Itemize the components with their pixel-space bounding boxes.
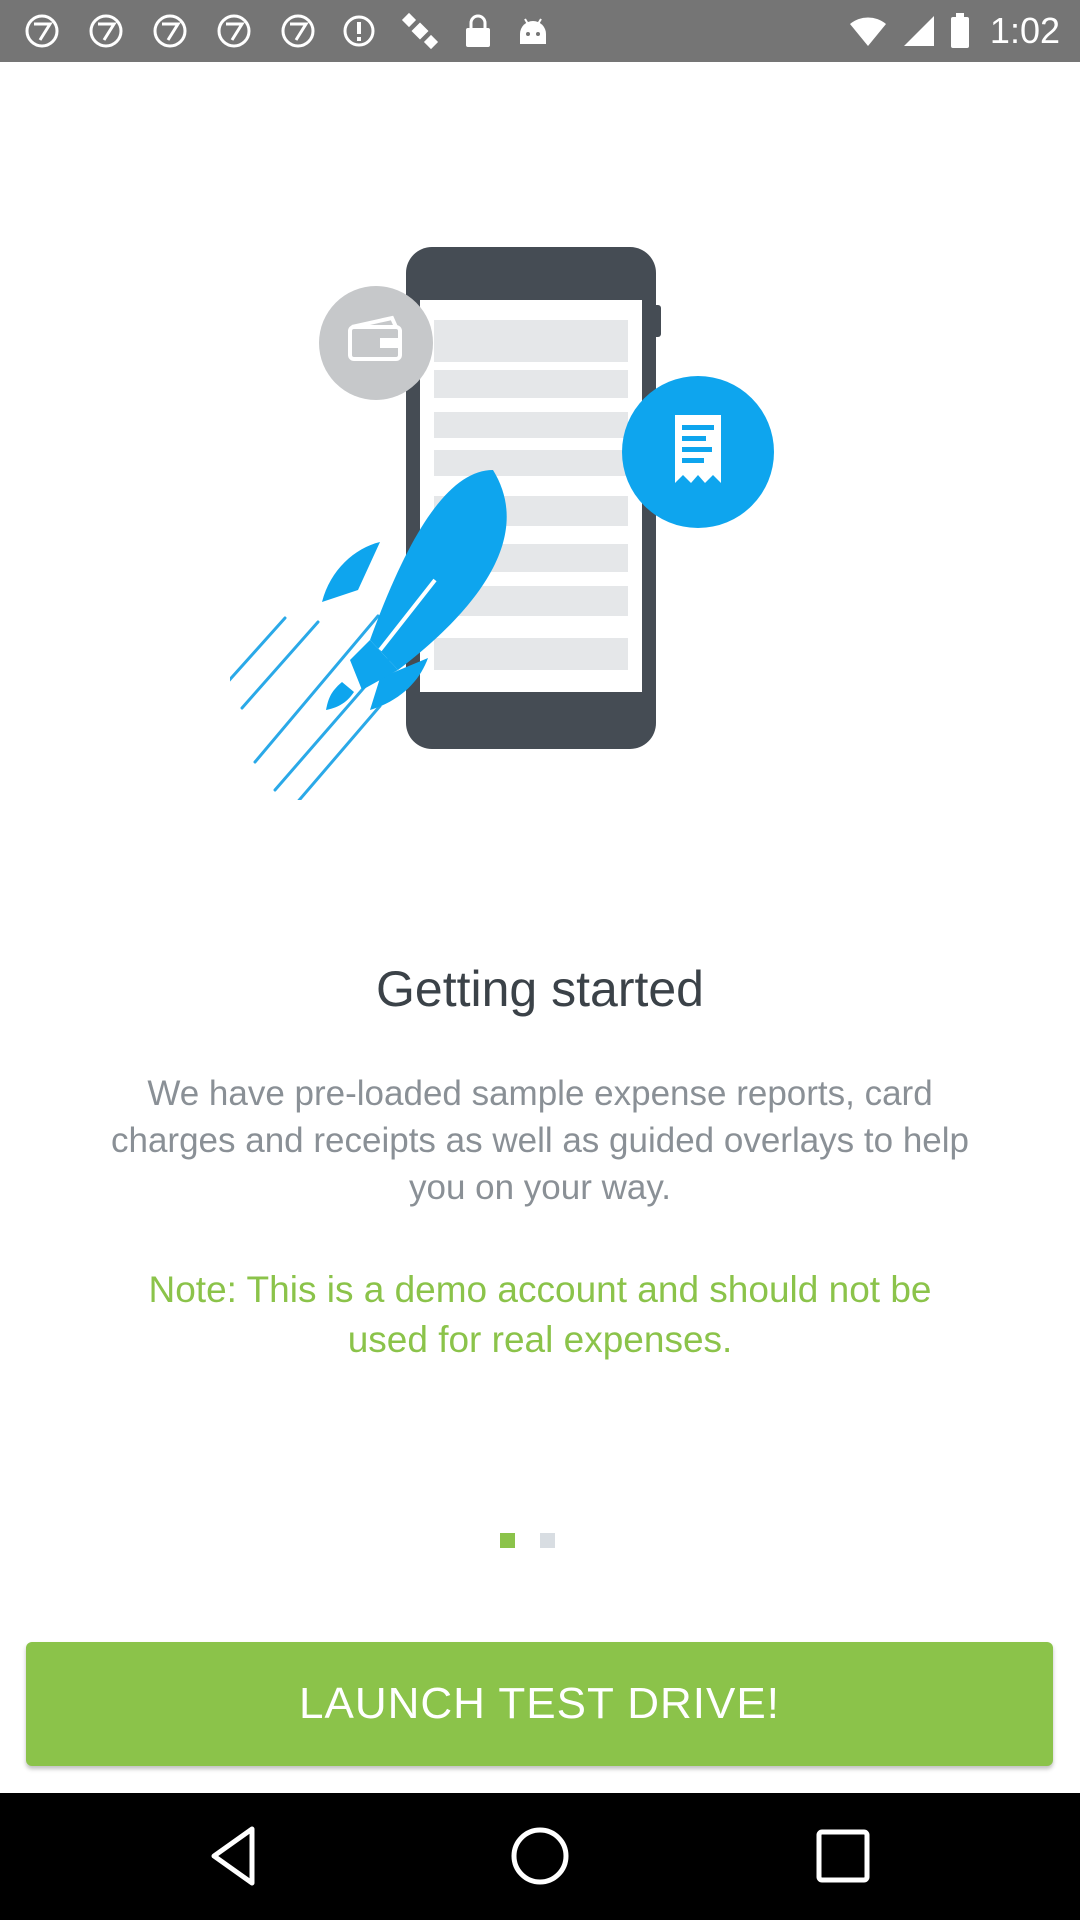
abc7-icon (217, 14, 251, 48)
satellite-icon (401, 12, 439, 50)
android-icon (520, 18, 546, 44)
status-clock: 1:02 (989, 10, 1060, 51)
demo-note: Note: This is a demo account and should … (148, 1269, 932, 1360)
abc7-icon (89, 14, 123, 48)
recents-icon[interactable] (808, 1821, 878, 1891)
status-bar: 1:02 (0, 0, 1080, 62)
notification-icons (22, 12, 574, 50)
page-dot-active[interactable] (500, 1533, 515, 1548)
onboarding-screen: 1:02 Getting started We have pre-loaded … (0, 0, 1080, 1920)
abc7-icon (25, 14, 59, 48)
wallet-icon (319, 286, 433, 400)
abc7-icon (281, 14, 315, 48)
alert-icon (343, 15, 375, 47)
abc7-icon (153, 14, 187, 48)
page-indicator (500, 1533, 580, 1548)
speed-lines (230, 614, 390, 800)
back-icon[interactable] (200, 1821, 270, 1891)
lock-icon (466, 14, 490, 47)
navigation-bar (0, 1793, 1080, 1920)
description-text: We have pre-loaded sample expense report… (111, 1074, 969, 1207)
page-dot-inactive[interactable] (540, 1533, 555, 1548)
getting-started-illustration (230, 247, 774, 800)
receipt-icon (622, 376, 774, 528)
signal-icon (903, 16, 934, 46)
system-status: 1:02 (848, 0, 1060, 62)
page-title: Getting started (376, 961, 704, 1017)
wifi-icon (849, 17, 886, 46)
home-icon[interactable] (505, 1821, 575, 1891)
launch-test-drive-button[interactable]: LAUNCH TEST DRIVE! (26, 1642, 1053, 1766)
battery-icon (950, 13, 969, 48)
